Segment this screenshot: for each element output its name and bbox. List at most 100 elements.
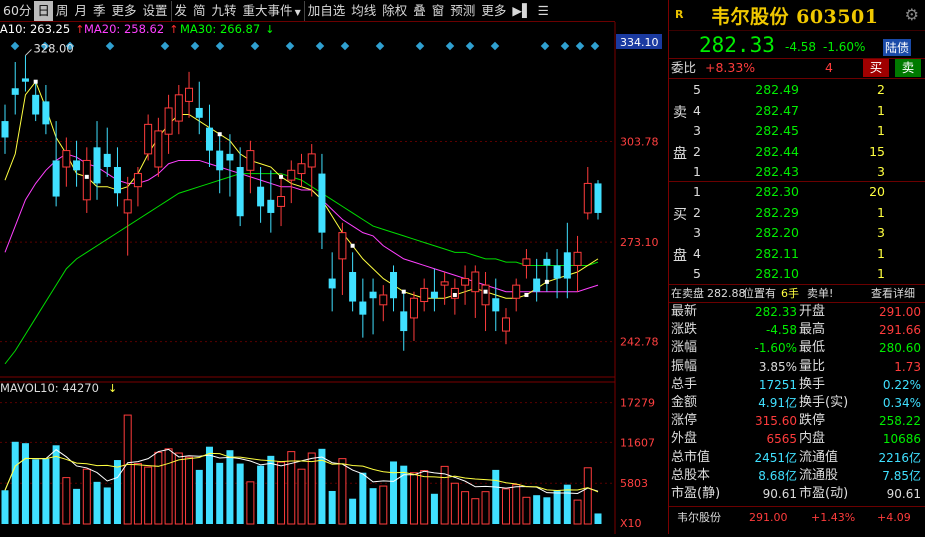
candle-body <box>390 272 398 299</box>
toolbar-item-12[interactable]: 均线 <box>348 1 379 21</box>
bid-level: 1 <box>693 184 701 199</box>
stat-value: 1.73 <box>894 359 921 374</box>
stat-label: 跌停 <box>799 413 826 429</box>
candle-body <box>267 199 275 213</box>
toolbar-item-17[interactable]: 更多 <box>478 1 509 21</box>
volume-bar <box>409 472 418 525</box>
stat-value: 17251 <box>758 377 797 392</box>
quote-header: R 韦尔股份 603501 ⚙ <box>669 0 925 30</box>
bid-level: 2 <box>693 204 701 220</box>
candle-body <box>501 317 510 332</box>
candle-body <box>103 153 111 168</box>
candle-body <box>246 150 255 171</box>
volume-bar <box>82 468 91 525</box>
candle-body <box>287 169 296 181</box>
volume-bar <box>307 452 316 525</box>
toolbar-item-5[interactable]: 更多 <box>108 1 139 21</box>
stat-value: 6565 <box>766 432 797 447</box>
menu-icon[interactable]: ☰ <box>535 1 552 21</box>
price-change-pct: -1.60% <box>823 40 866 54</box>
toolbar-item-4[interactable]: 季 <box>90 1 109 21</box>
bid-volume: 1 <box>877 245 885 261</box>
volume-bar <box>103 487 111 524</box>
candle-body <box>133 173 142 188</box>
gear-icon[interactable]: ⚙ <box>905 5 919 24</box>
candle-body <box>409 297 418 319</box>
stat-label: 涨幅 <box>671 340 698 356</box>
toolbar-item-0[interactable]: 60分 <box>0 1 34 21</box>
stat-label: 总市值 <box>671 449 711 465</box>
buy-button[interactable]: 买 <box>863 59 889 77</box>
volume-unit-label: X10 <box>620 517 642 530</box>
stat-value: 0.34% <box>882 396 921 410</box>
signal-dot <box>452 292 457 297</box>
bid-volume: 1 <box>877 266 885 281</box>
play-icon[interactable]: ▶▌ <box>509 1 534 21</box>
toolbar-item-8[interactable]: 简 <box>190 1 209 21</box>
kline-chart-area[interactable]: 303.78 273.10 242.78 334.10 MA10: 263.25 ↑ MA2… <box>0 22 668 534</box>
toolbar-item-15[interactable]: 窗 <box>429 1 448 21</box>
candle-body <box>369 291 377 299</box>
volume-ma-arrow: ↓ <box>108 382 117 395</box>
ask-level: 5 <box>693 82 701 97</box>
bid-price: 282.30 <box>755 184 799 199</box>
volume-bar <box>154 451 163 525</box>
bid-volume: 20 <box>869 184 885 199</box>
candle-body <box>11 88 19 95</box>
candle-body <box>512 284 521 299</box>
toolbar-item-9[interactable]: 九转 <box>209 1 240 21</box>
ask-volume: 1 <box>877 123 885 138</box>
toolbar-item-13[interactable]: 除权 <box>379 1 410 21</box>
stat-label: 换手 <box>799 376 826 392</box>
toolbar-item-16[interactable]: 预测 <box>447 1 478 21</box>
signal-dot <box>84 174 89 179</box>
stat-label: 换手(实) <box>799 395 849 410</box>
stat-value: -1.60% <box>754 341 797 356</box>
signal-dot <box>350 243 355 248</box>
stat-label: 振幅 <box>671 358 698 374</box>
toolbar-item-2[interactable]: 周 <box>53 1 72 21</box>
candle-body <box>594 183 602 213</box>
high-price-label: 328.00 <box>33 41 73 55</box>
kline-chart[interactable]: 303.78 273.10 242.78 334.10 MA10: 263.25 ↑ MA2… <box>0 22 668 534</box>
volume-bar <box>21 443 29 524</box>
ask-price: 282.47 <box>755 102 799 118</box>
weibi-value: +8.33% <box>705 60 756 75</box>
candle-body <box>216 150 224 171</box>
toolbar-item-11[interactable]: 加自选 <box>303 0 349 21</box>
volume-bar <box>338 458 347 525</box>
stat-label: 涨跌 <box>671 322 698 338</box>
signal-dot <box>524 292 529 297</box>
candle-body <box>349 272 357 302</box>
candle-body <box>400 311 408 332</box>
lugu-tag[interactable]: 陆债 <box>882 39 911 56</box>
bid-price: 282.10 <box>755 266 799 281</box>
volume-bar <box>573 499 582 525</box>
stat-value: 258.22 <box>879 414 921 429</box>
toolbar-item-10[interactable]: 重大事件 <box>240 1 304 21</box>
stat-value: 282.33 <box>755 305 797 319</box>
sell-button[interactable]: 卖 <box>895 59 921 77</box>
stat-label: 涨停 <box>671 413 698 429</box>
candle-body <box>123 199 132 214</box>
volume-bar <box>471 498 480 525</box>
volume-bar <box>522 496 531 525</box>
toolbar-item-1[interactable]: 日 <box>34 0 53 21</box>
signal-dot <box>217 132 222 137</box>
candle-body <box>359 301 367 315</box>
notice-text-c: 卖单! <box>807 287 834 300</box>
stat-value: 280.60 <box>879 341 921 356</box>
volume-bar <box>328 490 336 524</box>
volume-bar <box>62 477 71 525</box>
toolbar-item-3[interactable]: 月 <box>71 1 90 21</box>
volume-bar <box>583 467 592 525</box>
signal-dot <box>544 279 549 284</box>
candle-body <box>420 287 429 303</box>
toolbar-item-6[interactable]: 设置 <box>139 1 170 21</box>
detail-link[interactable]: 查看详细 <box>871 284 925 304</box>
volume-bar <box>164 448 173 525</box>
toolbar-item-7[interactable]: 发 <box>170 0 191 21</box>
toolbar-item-14[interactable]: 叠 <box>410 1 429 21</box>
signal-dot <box>483 289 488 294</box>
candle-body <box>174 94 183 122</box>
